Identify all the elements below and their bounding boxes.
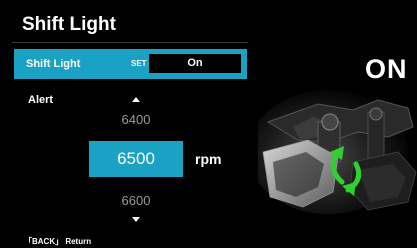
shift-light-screen: Shift Light Shift Light SET On Alert 640… (0, 0, 417, 248)
on-status-indicator: ON (365, 54, 408, 84)
motorcycle-handlebar-image (258, 82, 417, 222)
page-title: Shift Light (22, 14, 116, 35)
triangle-down-icon[interactable] (132, 217, 140, 222)
alert-label: Alert (28, 94, 54, 106)
triangle-up-icon[interactable] (132, 97, 140, 102)
setting-value-box[interactable]: On (149, 54, 241, 73)
set-tag: SET (131, 59, 147, 68)
title-divider (12, 42, 248, 43)
shift-light-setting-row[interactable]: Shift Light SET On (14, 49, 247, 79)
rpm-unit-label: rpm (195, 151, 222, 167)
back-return-hint: 「BACK」 Return (24, 237, 92, 246)
setting-label: Shift Light (26, 58, 81, 70)
rpm-selected-value[interactable]: 6500 (89, 141, 183, 177)
rpm-previous-value: 6400 (121, 112, 151, 127)
rpm-next-value: 6600 (121, 193, 151, 208)
